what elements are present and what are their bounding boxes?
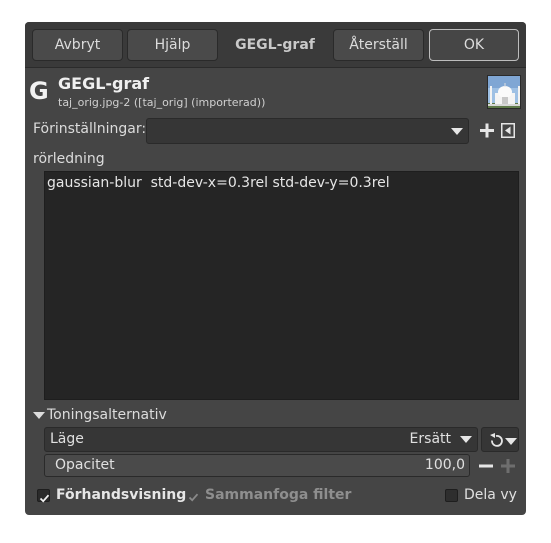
checkmark-icon — [39, 494, 50, 503]
cancel-button[interactable]: Avbryt — [32, 29, 123, 61]
presets-label: Förinställningar: — [33, 121, 147, 137]
preview-checkbox[interactable] — [37, 489, 50, 503]
pipeline-label: rörledning — [33, 151, 105, 167]
image-subtitle: taj_orig.jpg-2 ([taj_orig] (importerad)) — [58, 96, 266, 109]
dialog-title: GEGL-graf — [235, 37, 315, 53]
gegl-logo-icon: G — [29, 77, 49, 105]
presets-dropdown[interactable] — [146, 118, 469, 144]
mode-value: Ersätt — [409, 431, 451, 447]
reset-button[interactable]: Återställ — [333, 29, 424, 61]
merge-filter-checkbox[interactable] — [187, 489, 200, 502]
taj-mahal-thumbnail-icon — [488, 76, 520, 108]
blend-space-button[interactable] — [481, 427, 519, 452]
presets-menu-icon[interactable] — [501, 123, 515, 138]
blending-options-label: Toningsalternativ — [47, 407, 167, 423]
split-view-checkbox[interactable] — [445, 489, 458, 502]
expander-triangle-icon — [33, 411, 45, 419]
help-button[interactable]: Hjälp — [127, 29, 218, 61]
header-bar: Avbryt Hjälp GEGL-graf Återställ OK — [25, 22, 526, 68]
merge-filter-label[interactable]: Sammanfoga filter — [205, 487, 351, 503]
opacity-spin-scale[interactable]: Opacitet 100,0 — [44, 454, 470, 477]
opacity-increase-icon[interactable] — [499, 455, 517, 477]
checkmark-icon — [188, 493, 199, 502]
opacity-value: 100,0 — [424, 457, 465, 473]
composite-space-icon — [490, 433, 517, 447]
mode-dropdown[interactable]: Läge Ersätt — [44, 427, 478, 452]
ok-button[interactable]: OK — [429, 29, 519, 61]
add-preset-icon[interactable] — [478, 120, 496, 142]
image-thumbnail — [487, 75, 521, 109]
mode-label: Läge — [50, 431, 84, 447]
dropdown-arrow-icon — [451, 128, 463, 135]
dropdown-arrow-icon — [460, 436, 472, 443]
opacity-label: Opacitet — [55, 457, 115, 473]
opacity-decrease-icon[interactable] — [477, 455, 495, 477]
pipeline-textarea[interactable]: gaussian-blur std-dev-x=0.3rel std-dev-y… — [44, 171, 519, 400]
plugin-title: GEGL-graf — [58, 74, 150, 93]
split-view-label[interactable]: Dela vy — [464, 487, 517, 503]
gegl-graph-dialog: Avbryt Hjälp GEGL-graf Återställ OK G GE… — [25, 22, 526, 515]
blending-options-expander[interactable]: Toningsalternativ — [33, 407, 167, 423]
preview-label[interactable]: Förhandsvisning — [56, 487, 186, 503]
